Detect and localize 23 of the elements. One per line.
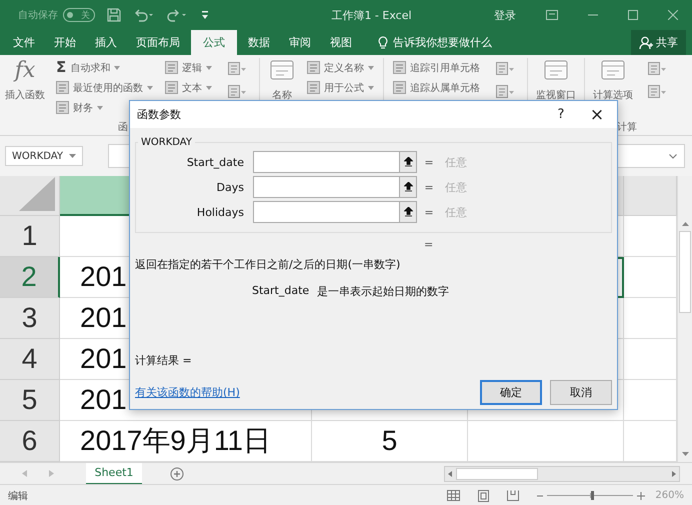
function-name: WORKDAY bbox=[140, 137, 193, 148]
autosave-label: 自动保存 bbox=[18, 9, 58, 22]
function-glyph: fx bbox=[14, 58, 36, 84]
argument-value: 任意 bbox=[445, 204, 468, 220]
sigma-glyph: Σ bbox=[56, 60, 66, 75]
dialog-title: 函数参数 bbox=[137, 107, 181, 122]
argument-value: 任意 bbox=[445, 154, 468, 170]
formula-result: 计算结果 = bbox=[135, 354, 192, 367]
argument-value: 任意 bbox=[445, 180, 468, 194]
argument-description: 是一串表示起始日期的数字 bbox=[317, 284, 450, 299]
equals-sign: = bbox=[423, 180, 435, 194]
argument-label: Holidays bbox=[196, 206, 245, 218]
function-description: 返回在指定的若干个工作日之前/之后的日期(一串数字) bbox=[135, 258, 400, 271]
equals-sign: = bbox=[423, 156, 435, 168]
ribbon-group-label: 函 bbox=[118, 121, 128, 134]
argument-label: Days bbox=[216, 180, 245, 194]
status-mode: 编辑 bbox=[8, 490, 28, 502]
argument-name: Start_date bbox=[252, 284, 310, 299]
ribbon-group-label: 计算 bbox=[617, 120, 637, 134]
equals-sign: = bbox=[424, 238, 434, 251]
equals-sign: = bbox=[423, 206, 435, 218]
window-title: 工作簿1 - Excel bbox=[331, 8, 412, 22]
argument-label: Start_date bbox=[186, 156, 245, 168]
